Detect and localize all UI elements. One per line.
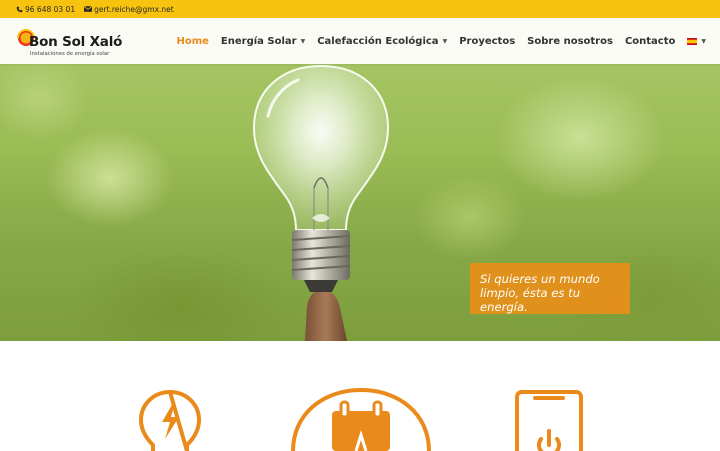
nav-item-contacto[interactable]: Contacto [625,36,675,47]
calendar-icon [291,387,431,451]
email-contact[interactable]: gert.reiche@gmx.net [84,5,174,14]
features-section [0,341,720,451]
logo-title: Bon Sol Xaló [29,34,123,50]
spain-flag-icon [687,37,698,45]
nav-item-label: Calefacción Ecológica [317,35,439,47]
lightbulb-bolt-icon [139,390,201,451]
nav-item-label: Sobre nosotros [527,35,613,47]
nav-item-sobre-nosotros[interactable]: Sobre nosotros [527,36,613,47]
smartphone-power-icon [515,390,583,451]
phone-icon [16,6,23,12]
nav-item-label: Home [176,35,209,47]
nav-item-label: Energía Solar [220,35,297,47]
site-header: Bon Sol Xaló Instalaciones de energía so… [0,18,720,64]
phone-number: 96 648 03 01 [25,4,76,14]
hero-quote-text: Si quieres un mundo limpio, ésta es tu e… [480,272,600,314]
nav-item-label: Contacto [624,35,676,47]
main-navigation: Home Energía Solar ▼ Calefacción Ecológi… [164,18,706,64]
envelope-icon [84,6,93,12]
nav-item-home[interactable]: Home [176,36,208,47]
nav-item-label: Proyectos [459,35,516,47]
chevron-down-icon: ▼ [442,37,448,45]
hero-banner: Si quieres un mundo limpio, ésta es tu e… [0,18,720,341]
site-logo[interactable]: Bon Sol Xaló Instalaciones de energía so… [16,25,126,59]
hero-quote-box: Si quieres un mundo limpio, ésta es tu e… [470,263,630,314]
nav-item-proyectos[interactable]: Proyectos [459,36,515,47]
chevron-down-icon: ▼ [701,37,706,45]
nav-item-energia-solar[interactable]: Energía Solar ▼ [221,36,305,47]
phone-contact[interactable]: 96 648 03 01 [16,5,75,14]
chevron-down-icon: ▼ [300,37,306,45]
language-selector[interactable]: ▼ [687,37,706,45]
nav-item-calefaccion-ecologica[interactable]: Calefacción Ecológica ▼ [317,36,447,47]
email-address: gert.reiche@gmx.net [94,4,174,14]
top-contact-bar: 96 648 03 01 gert.reiche@gmx.net [0,0,720,18]
logo-subtitle: Instalaciones de energía solar [30,51,110,57]
